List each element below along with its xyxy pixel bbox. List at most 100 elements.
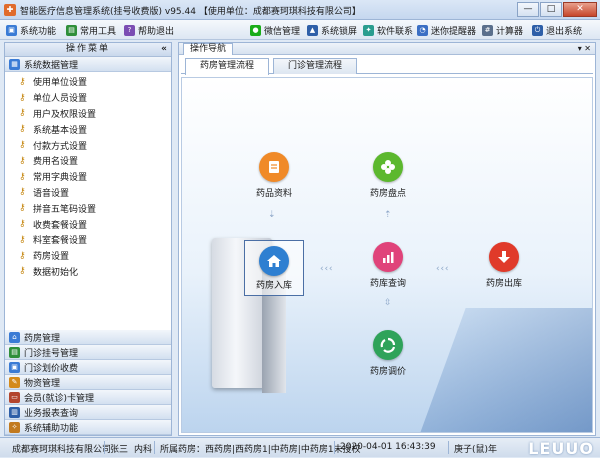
assist-icon: ✧ <box>9 421 20 433</box>
common-tools-button[interactable]: ▤ 常用工具 <box>66 23 116 37</box>
wechat-manage-button[interactable]: ● 微信管理 <box>250 23 300 37</box>
minimize-button[interactable]: — <box>517 2 539 17</box>
mini-reminder-button[interactable]: ◔ 迷你提醒器 <box>417 23 476 37</box>
lock-screen-button[interactable]: ▲ 系统锁屏 <box>307 23 357 37</box>
main-toolbar: ▣ 系统功能 ▤ 常用工具 ? 帮助退出 ● 微信管理 ▲ 系统锁屏 ✦ 软件联… <box>0 20 600 40</box>
key-icon: ⚷ <box>19 124 26 135</box>
tab-controls[interactable]: ▾ ✕ <box>578 43 591 54</box>
main-content: 操作导航 ▾ ✕ 药房管理流程 门诊管理流程 药品资料 药房盘点 药房入库 药库… <box>178 42 596 436</box>
flow-arrow-drug-info-to-stock-in: ⇣ <box>268 210 275 220</box>
contact-icon: ✦ <box>363 24 374 36</box>
status-datetime: 2020-04-01 16:43:39 <box>340 442 436 452</box>
sidebar-item[interactable]: ⚷ 费用名设置 <box>5 153 171 169</box>
recycle-icon <box>373 330 403 360</box>
sidebar-item[interactable]: ⚷ 料室套餐设置 <box>5 232 171 248</box>
sidebar-group-pharmacy[interactable]: ⌂ 药房管理 <box>5 330 171 345</box>
database-icon: ▦ <box>9 58 20 70</box>
watermark-logo: LEUUO <box>528 439 594 458</box>
key-icon: ⚷ <box>19 250 26 261</box>
sidebar-item[interactable]: ⚷ 常用字典设置 <box>5 169 171 185</box>
flow-arrow-stock-out-to-query: ‹ ‹ ‹ <box>436 264 448 274</box>
key-icon: ⚷ <box>19 171 26 182</box>
flow-arrow-inventory-to-query: ⇡ <box>384 210 391 220</box>
monitor-icon: ▣ <box>6 24 17 36</box>
status-separator <box>334 441 335 454</box>
key-icon: ⚷ <box>19 92 26 103</box>
wechat-icon: ● <box>250 24 261 36</box>
flow-arrow-query-to-transfer: ⇳ <box>384 298 391 308</box>
content-tab-bar: 操作导航 ▾ ✕ <box>179 43 595 55</box>
sidebar-header: 操作菜单 « <box>5 43 171 57</box>
flow-node-stock-out[interactable]: 药房出库 <box>474 242 534 298</box>
key-icon: ⚷ <box>19 234 26 245</box>
keyboard-illustration <box>418 308 592 432</box>
flow-node-stock-query[interactable]: 药库查询 <box>358 242 418 298</box>
calculator-button[interactable]: # 计算器 <box>482 23 523 37</box>
tab-operation-navigation[interactable]: 操作导航 <box>183 43 234 55</box>
sidebar-item[interactable]: ⚷ 数据初始化 <box>5 264 171 280</box>
system-functions-button[interactable]: ▣ 系统功能 <box>6 23 56 37</box>
software-contact-button[interactable]: ✦ 软件联系 <box>363 23 413 37</box>
key-icon: ⚷ <box>19 140 26 151</box>
status-lunar: 庚子(鼠)年 <box>454 445 498 455</box>
tab-pharmacy-flow[interactable]: 药房管理流程 <box>185 58 270 75</box>
flow-node-stock-in[interactable]: 药房入库 <box>244 240 304 296</box>
sidebar-group-assist[interactable]: ✧ 系统辅助功能 <box>5 420 171 435</box>
status-pharmacy: 所属药房：西药房|西药房1|中药房|中药房1未授权 <box>160 445 361 455</box>
sidebar-item[interactable]: ⚷ 使用单位设置 <box>5 74 171 90</box>
exit-system-button[interactable]: ⏻ 退出系统 <box>532 23 582 37</box>
key-icon: ⚷ <box>19 219 26 230</box>
close-button[interactable]: ✕ <box>563 2 597 17</box>
status-user: 张三 <box>110 445 129 455</box>
key-icon: ⚷ <box>19 187 26 198</box>
lock-icon: ▲ <box>307 24 318 36</box>
document-icon <box>259 152 289 182</box>
sidebar-item[interactable]: ⚷ 系统基本设置 <box>5 121 171 137</box>
tools-icon: ▤ <box>66 24 77 36</box>
sidebar-group-materials[interactable]: ✎ 物资管理 <box>5 375 171 390</box>
sidebar-item[interactable]: ⚷ 付款方式设置 <box>5 137 171 153</box>
flow-subtabs: 药房管理流程 门诊管理流程 <box>181 56 593 75</box>
flow-node-transfer[interactable]: 药房调价 <box>358 330 418 386</box>
tab-outpatient-flow[interactable]: 门诊管理流程 <box>273 58 358 74</box>
flow-node-inventory-check[interactable]: 药房盘点 <box>358 152 418 208</box>
sidebar-collapsed-groups: ⌂ 药房管理 ▤ 门诊挂号管理 ▣ 门诊划价收费 ✎ 物资管理 ▭ 会员(就诊)卡管理 ▥… <box>5 330 171 435</box>
sidebar-item[interactable]: ⚷ 语音设置 <box>5 185 171 201</box>
sidebar-item[interactable]: ⚷ 药房设置 <box>5 248 171 264</box>
window-title: 智能医疗信息管理系统(挂号收费版) v95.44 【使用单位：成都赛珂琪科技有限… <box>20 7 361 17</box>
flow-arrow-query-to-stock-in: ‹ ‹ ‹ <box>320 264 332 274</box>
register-icon: ▤ <box>9 346 20 358</box>
key-icon: ⚷ <box>19 266 26 277</box>
status-dept: 内科 <box>134 445 153 455</box>
sidebar-item[interactable]: ⚷ 用户及权限设置 <box>5 106 171 122</box>
flow-node-drug-info[interactable]: 药品资料 <box>244 152 304 208</box>
sidebar-group-member-card[interactable]: ▭ 会员(就诊)卡管理 <box>5 390 171 405</box>
help-exit-button[interactable]: ? 帮助退出 <box>124 23 174 37</box>
maximize-button[interactable]: □ <box>540 2 562 17</box>
sidebar-item-list: ⚷ 使用单位设置 ⚷ 单位人员设置 ⚷ 用户及权限设置 ⚷ 系统基本设置 ⚷ 付款方式设置… <box>5 72 171 330</box>
sidebar-item[interactable]: ⚷ 收费套餐设置 <box>5 216 171 232</box>
key-icon: ⚷ <box>19 76 26 87</box>
status-separator <box>448 441 449 454</box>
sidebar-group-reports[interactable]: ▥ 业务报表查询 <box>5 405 171 420</box>
key-icon: ⚷ <box>19 155 26 166</box>
reminder-icon: ◔ <box>417 24 428 36</box>
operation-menu-sidebar: 操作菜单 « ▦ 系统数据管理 ⚷ 使用单位设置 ⚷ 单位人员设置 ⚷ 用户及权限设置… <box>4 42 172 436</box>
exit-icon: ⏻ <box>532 24 543 36</box>
sidebar-group-billing[interactable]: ▣ 门诊划价收费 <box>5 360 171 375</box>
chart-icon <box>373 242 403 272</box>
status-separator <box>104 441 105 454</box>
card-icon: ▭ <box>9 391 20 403</box>
report-icon: ▥ <box>9 406 20 418</box>
sidebar-group-registration[interactable]: ▤ 门诊挂号管理 <box>5 345 171 360</box>
sidebar-item[interactable]: ⚷ 单位人员设置 <box>5 90 171 106</box>
house-icon <box>259 246 289 276</box>
home-icon: ⌂ <box>9 331 20 343</box>
download-arrow-icon <box>489 242 519 272</box>
collapse-sidebar-button[interactable]: « <box>161 43 167 56</box>
sidebar-group-system-data[interactable]: ▦ 系统数据管理 <box>5 57 171 72</box>
key-icon: ⚷ <box>19 108 26 119</box>
sidebar-item[interactable]: ⚷ 拼音五笔码设置 <box>5 200 171 216</box>
status-company: 成都赛珂琪科技有限公司 <box>12 445 112 455</box>
calculator-icon: # <box>482 24 493 36</box>
